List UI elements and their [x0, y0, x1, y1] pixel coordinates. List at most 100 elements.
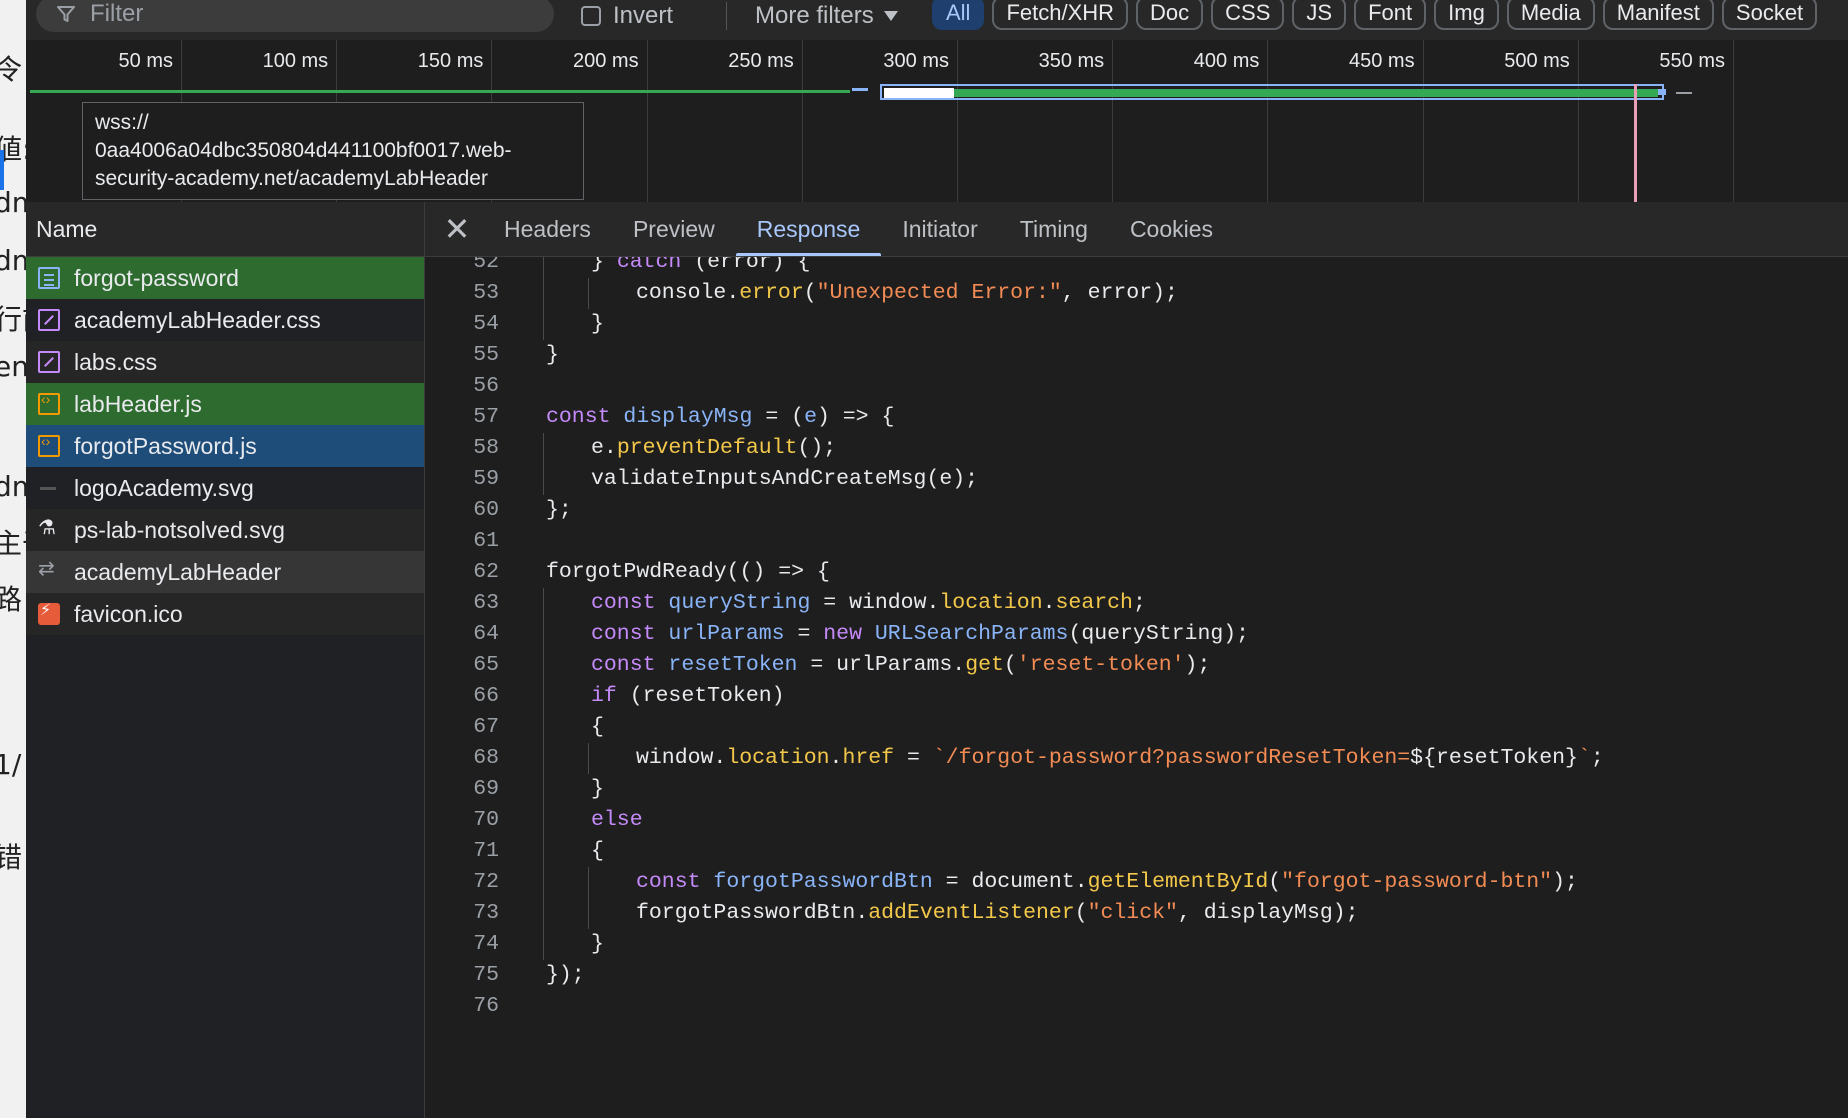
- code-line: 67 {: [425, 712, 1848, 743]
- line-number: 61: [473, 529, 499, 553]
- filter-chip-media[interactable]: Media: [1506, 0, 1595, 30]
- line-code: window.location.href = `/forgot-password…: [636, 743, 1604, 774]
- invert-checkbox[interactable]: [581, 6, 601, 26]
- filter-box[interactable]: [36, 0, 554, 32]
- line-code: if (resetToken): [591, 681, 785, 712]
- filter-chip-fetchxhr[interactable]: Fetch/XHR: [992, 0, 1129, 30]
- request-row[interactable]: academyLabHeader: [26, 551, 424, 593]
- code-token: displayMsg: [623, 405, 753, 429]
- code-token: ) => {: [816, 405, 895, 429]
- request-name: ps-lab-notsolved.svg: [74, 516, 285, 543]
- request-row[interactable]: forgot-password: [26, 257, 424, 299]
- code-token: console.: [636, 281, 740, 305]
- tab-response[interactable]: Response: [735, 202, 882, 256]
- line-code: const queryString = window.location.sear…: [591, 588, 1146, 619]
- stylesheet-icon: [38, 351, 60, 373]
- timeline-gridline: [801, 40, 803, 202]
- stylesheet-icon: [38, 309, 60, 331]
- code-token: {: [591, 839, 604, 863]
- code-token: }: [591, 257, 617, 274]
- line-number: 73: [473, 901, 499, 925]
- flask-icon: [38, 515, 60, 541]
- close-details-button[interactable]: ✕: [431, 202, 483, 256]
- code-line: 57 const displayMsg = (e) => {: [425, 402, 1848, 433]
- image-icon: [38, 477, 60, 499]
- document-icon: [38, 267, 60, 289]
- line-number: 70: [473, 808, 499, 832]
- script-icon: [38, 433, 60, 457]
- filter-chip-img[interactable]: Img: [1434, 0, 1499, 30]
- code-token: e: [804, 405, 817, 429]
- request-row[interactable]: academyLabHeader.css: [26, 299, 424, 341]
- invert-label: Invert: [613, 2, 674, 29]
- request-row[interactable]: labs.css: [26, 341, 424, 383]
- code-token: (error) {: [681, 257, 811, 274]
- background-text-fragment: 値:: [0, 128, 26, 168]
- name-column-header[interactable]: Name: [26, 202, 424, 257]
- timeline-tick-label: 400 ms: [1193, 50, 1260, 72]
- request-name: labs.css: [74, 348, 158, 375]
- code-token: "forgot-password-btn": [1281, 870, 1553, 894]
- background-text-fragment: dm: [0, 470, 26, 503]
- filter-chip-manifest[interactable]: Manifest: [1602, 0, 1714, 30]
- code-line: 64 const urlParams = new URLSearchParams(…: [425, 619, 1848, 650]
- line-number: 63: [473, 591, 499, 615]
- code-token: = (: [752, 405, 805, 429]
- request-row[interactable]: ps-lab-notsolved.svg: [26, 509, 424, 551]
- websocket-icon: [38, 556, 60, 583]
- code-token: catch: [616, 257, 682, 274]
- code-line: 61: [425, 526, 1848, 557]
- code-token: );: [1184, 653, 1211, 677]
- tab-timing[interactable]: Timing: [999, 202, 1109, 256]
- line-number: 54: [473, 312, 499, 336]
- filter-chip-font[interactable]: Font: [1354, 0, 1427, 30]
- filter-input[interactable]: [88, 0, 492, 29]
- filter-chip-socket[interactable]: Socket: [1721, 0, 1818, 30]
- line-code: });: [546, 960, 585, 991]
- network-filter-toolbar: Invert More filters AllFetch/XHRDocCSSJS…: [26, 0, 1848, 41]
- timeline-tick-label: 150 ms: [417, 50, 484, 72]
- timeline-tick-label: 350 ms: [1038, 50, 1105, 72]
- timeline-tick-label: 300 ms: [883, 50, 949, 72]
- timeline-gridline: [1267, 40, 1269, 202]
- code-token: {: [591, 715, 604, 739]
- request-row[interactable]: favicon.ico: [26, 593, 424, 635]
- code-token: validateInputsAndCreateMsg(e);: [591, 467, 979, 491]
- network-overview-timeline[interactable]: 50 ms 100 ms 150 ms 200 ms 250 ms 300 ms 350 m…: [26, 40, 1848, 203]
- code-token: `/forgot-password?passwordResetToken=: [932, 746, 1411, 770]
- dropdown-arrow-icon: [883, 11, 898, 21]
- line-code: }: [591, 309, 604, 340]
- response-code-viewer[interactable]: 52} catch (error) {53 console.error("Unex…: [425, 257, 1848, 1118]
- line-number: 68: [473, 746, 499, 770]
- code-line: 68 window.location.href = `/forgot-passwo…: [425, 743, 1848, 774]
- tab-initiator[interactable]: Initiator: [881, 202, 998, 256]
- code-token: location: [939, 591, 1043, 615]
- request-row[interactable]: logoAcademy.svg: [26, 467, 424, 509]
- code-token: }: [591, 777, 604, 801]
- code-token: const: [591, 653, 656, 677]
- code-token: error: [739, 281, 804, 305]
- request-row[interactable]: labHeader.js: [26, 383, 424, 425]
- tab-preview[interactable]: Preview: [612, 202, 736, 256]
- invert-toggle[interactable]: Invert: [581, 0, 673, 32]
- line-code: else: [591, 805, 643, 836]
- more-filters-dropdown[interactable]: More filters: [741, 0, 912, 32]
- background-text-fragment: 主于: [0, 522, 26, 562]
- background-text-fragment: 路: [0, 578, 22, 618]
- timeline-request-bar: [852, 88, 868, 91]
- code-token: =: [894, 746, 933, 770]
- line-number: 55: [473, 343, 499, 367]
- request-row[interactable]: forgotPassword.js: [26, 425, 424, 467]
- filter-chip-all[interactable]: All: [932, 0, 985, 30]
- tab-headers[interactable]: Headers: [483, 202, 612, 256]
- filter-chip-doc[interactable]: Doc: [1136, 0, 1204, 30]
- background-text-fragment: dm: [0, 186, 26, 219]
- line-number: 57: [473, 405, 499, 429]
- filter-chip-css[interactable]: CSS: [1211, 0, 1285, 30]
- background-text-fragment: en: [0, 350, 26, 383]
- tab-cookies[interactable]: Cookies: [1109, 202, 1234, 256]
- timeline-request-bar: [1676, 92, 1692, 94]
- filter-chip-js[interactable]: JS: [1292, 0, 1347, 30]
- code-line: 72 const forgotPasswordBtn = document.get…: [425, 867, 1848, 898]
